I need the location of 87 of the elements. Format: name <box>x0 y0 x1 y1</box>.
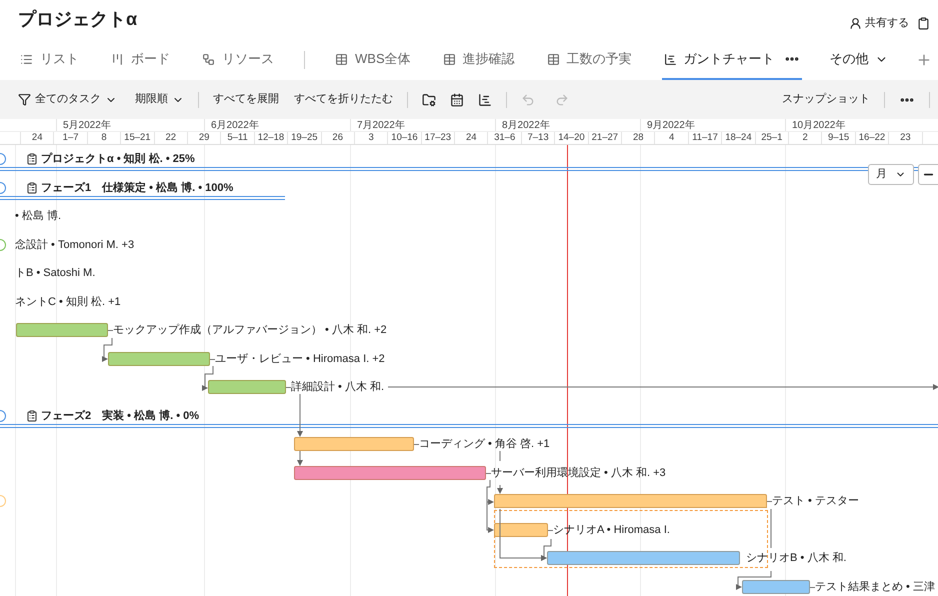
dependency-arrow <box>297 450 303 466</box>
task-label: 詳細設計 • 八木 和. <box>291 380 384 395</box>
calendar-icon[interactable] <box>450 92 464 106</box>
task-label: コーディング • 角谷 啓. +1 <box>419 437 550 452</box>
week-label: 22 <box>165 132 176 144</box>
week-label: 8 <box>101 132 107 144</box>
expand-all-button[interactable]: すべてを展開 <box>213 91 279 108</box>
task-label: テスト結果まとめ • 三津 <box>815 580 935 594</box>
summary-label: プロジェクトα • 知則 松. • 25% <box>41 152 195 167</box>
task-bar[interactable] <box>108 352 210 366</box>
view-tab[interactable]: リスト <box>18 40 81 80</box>
list-icon <box>20 52 33 66</box>
filter-icon <box>18 93 31 106</box>
week-label: 28 <box>632 132 644 144</box>
week-label: 17–23 <box>424 132 452 144</box>
clipboard-icon <box>26 182 38 194</box>
month-label: 6月2022年 <box>211 120 259 131</box>
month-label: 5月2022年 <box>63 120 111 131</box>
view-tab[interactable]: 進捗確認 <box>440 40 517 80</box>
month-label: 7月2022年 <box>357 120 405 131</box>
project-title: プロジェクトα <box>18 8 138 31</box>
task-label: ユーザ・レビュー • Hiromasa I. +2 <box>215 352 385 366</box>
task-label: シナリオB • 八木 和. <box>746 551 846 566</box>
week-label: 31–6 <box>494 132 516 144</box>
task-label: トB • Satoshi M. <box>15 266 96 281</box>
week-label: 12–18 <box>258 132 284 144</box>
board-icon <box>111 52 124 66</box>
flow-icon <box>202 52 215 66</box>
month-label: 10月2022年 <box>792 120 846 131</box>
week-label: 11–17 <box>692 132 718 144</box>
task-label: モックアップ作成（アルファバージョン） • 八木 和. +2 <box>113 322 387 338</box>
week-label: 24 <box>32 132 42 144</box>
week-label: 3 <box>368 132 374 144</box>
week-label: 19–25 <box>291 132 318 144</box>
task-label: ネントC • 知則 松. +1 <box>15 294 121 310</box>
task-label: • 松島 博. <box>15 209 62 224</box>
clipboard-icon <box>26 153 38 166</box>
week-label: 16–22 <box>858 132 886 144</box>
task-bar[interactable] <box>294 466 486 480</box>
share-button[interactable]: 共有する <box>849 15 909 32</box>
dependency-arrow <box>297 394 303 437</box>
task-bar[interactable] <box>494 522 548 536</box>
week-label: 4 <box>668 132 674 144</box>
gantt-icon[interactable] <box>478 92 492 106</box>
week-label: 7–13 <box>527 132 549 144</box>
sort-dropdown[interactable]: 期限順 <box>135 91 184 108</box>
week-label: 1–7 <box>62 132 79 144</box>
folder-icon[interactable] <box>422 92 436 106</box>
week-label: 25–1 <box>761 132 782 144</box>
collapse-all-button[interactable]: すべてを折りたたむ <box>294 91 393 108</box>
task-label: テスト • テスター <box>772 494 859 509</box>
table-icon <box>442 52 456 66</box>
table-icon <box>546 52 560 66</box>
person-icon <box>849 16 862 30</box>
scale-dropdown[interactable]: 月 <box>868 164 914 185</box>
week-label: 10–16 <box>391 132 418 144</box>
week-label: 9–15 <box>828 132 850 144</box>
week-label: 2 <box>802 132 808 144</box>
add-tab-icon[interactable] <box>916 52 932 68</box>
dependency-arrow <box>102 338 112 362</box>
week-label: 14–20 <box>558 132 585 144</box>
view-tab[interactable]: WBS全体 <box>333 40 413 80</box>
view-tab[interactable]: 工数の予実 <box>544 40 634 80</box>
week-label: 5–11 <box>227 132 248 144</box>
week-label: 29 <box>198 132 210 144</box>
week-label: 24 <box>466 132 477 144</box>
view-tab[interactable]: リソース <box>200 40 276 80</box>
task-label: 念設計 • Tomonori M. +3 <box>15 238 134 252</box>
summary-label: フェーズ2 実装 • 松島 博. • 0% <box>41 408 200 424</box>
dependency-arrow <box>202 366 214 391</box>
week-label: 26 <box>332 132 343 144</box>
clipboard-icon <box>26 410 38 422</box>
more-tab[interactable]: その他 <box>830 40 888 80</box>
month-label: 9月2022年 <box>647 120 695 131</box>
gantt-icon <box>664 52 677 66</box>
clipboard-icon[interactable] <box>917 16 930 30</box>
filter-dropdown[interactable]: 全てのタスク <box>18 91 117 108</box>
task-bar[interactable] <box>742 580 810 594</box>
table-icon <box>335 52 348 66</box>
week-label: 18–24 <box>725 132 752 144</box>
week-label: 15–21 <box>124 132 151 144</box>
week-label: 23 <box>900 132 911 144</box>
snapshot-button[interactable]: スナップショット <box>782 91 870 108</box>
view-tab[interactable]: ボード <box>109 40 172 80</box>
summary-label: フェーズ1 仕様策定 • 松島 博. • 100% <box>41 180 234 196</box>
week-label: 21–27 <box>592 132 618 144</box>
month-label: 8月2022年 <box>502 120 550 131</box>
